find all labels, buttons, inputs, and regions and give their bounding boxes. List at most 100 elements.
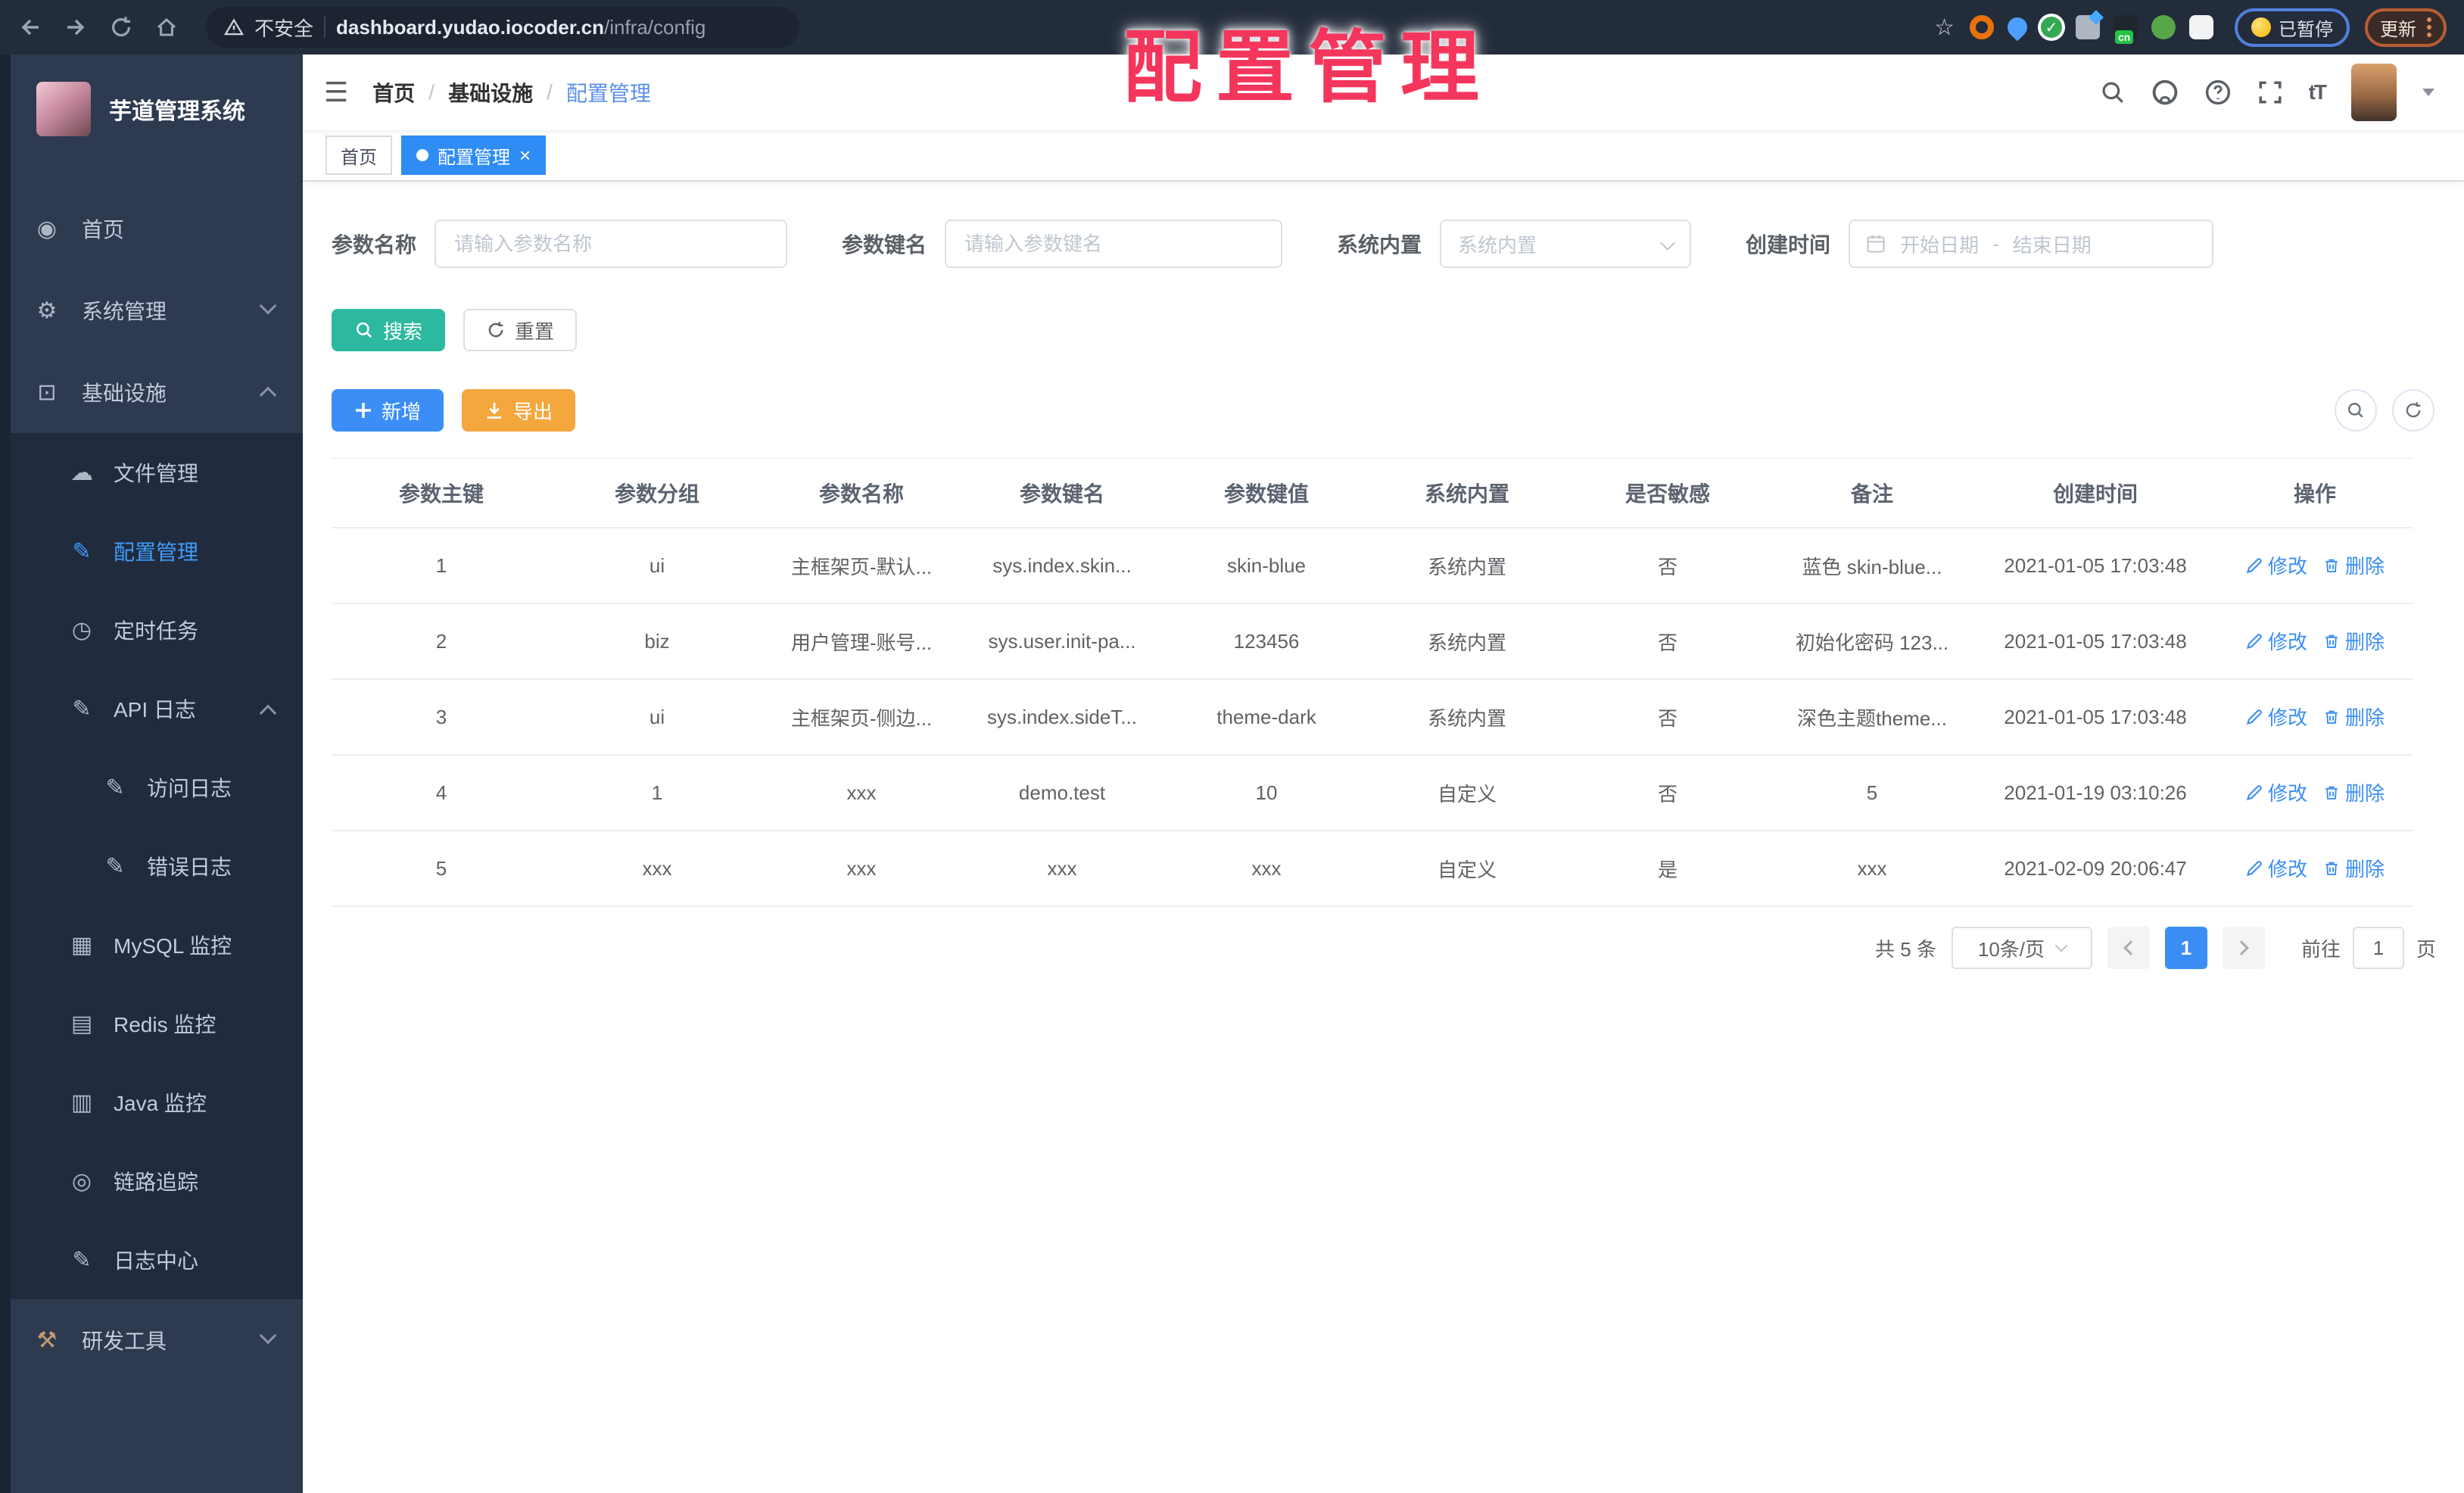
cell: ui	[551, 528, 763, 604]
active-tab-dot	[416, 149, 428, 161]
app-logo[interactable]: 芋道管理系统	[0, 55, 303, 164]
add-button[interactable]: 新增	[332, 389, 444, 432]
extension-check-icon[interactable]: ✓	[2041, 17, 2062, 38]
browser-update-button[interactable]: 更新	[2365, 8, 2447, 47]
sidebar-item-infra[interactable]: ⊡ 基础设施	[0, 351, 303, 433]
user-menu-caret-icon[interactable]	[2422, 89, 2434, 96]
forward-icon[interactable]	[61, 12, 91, 42]
eye-icon: ◎	[71, 1168, 92, 1194]
help-icon[interactable]	[2204, 79, 2232, 106]
cell: 10	[1164, 755, 1369, 831]
chevron-up-icon	[259, 386, 277, 404]
cell: sys.index.sideT...	[960, 679, 1164, 756]
address-divider	[324, 17, 326, 38]
tab-0[interactable]: 首页	[326, 136, 392, 175]
column-header-9: 操作	[2216, 457, 2413, 528]
reload-icon[interactable]	[106, 12, 136, 42]
sidebar-item-api-log[interactable]: ✎ API 日志	[0, 669, 303, 748]
not-secure-warning-icon	[224, 17, 244, 37]
github-icon[interactable]	[2151, 79, 2179, 106]
breadcrumb-item-1[interactable]: 基础设施	[448, 77, 533, 108]
toggle-search-button[interactable]	[2335, 389, 2377, 432]
sidebar-item-devtools[interactable]: ⚒ 研发工具	[0, 1299, 303, 1381]
log-center-icon: ✎	[72, 1247, 92, 1273]
delete-link[interactable]: 删除	[2322, 778, 2385, 806]
extension-grid-icon[interactable]	[2076, 15, 2100, 39]
delete-link[interactable]: 删除	[2322, 627, 2385, 655]
trash-icon	[2322, 859, 2341, 877]
sidebar-item-access-log[interactable]: ✎ 访问日志	[0, 748, 303, 827]
trash-icon	[2322, 556, 2341, 575]
search-button[interactable]: 搜索	[332, 309, 446, 351]
close-icon[interactable]	[519, 145, 531, 165]
browser-menu-icon[interactable]	[2427, 17, 2431, 37]
home-icon[interactable]	[151, 12, 182, 42]
sidebar-item-home[interactable]: ◉ 首页	[0, 188, 303, 270]
sidebar-item-java[interactable]: ▥ Java 监控	[0, 1063, 303, 1142]
address-bar[interactable]: 不安全 dashboard.yudao.iocoder.cn/infra/con…	[206, 7, 799, 48]
row-actions: 修改 删除	[2216, 528, 2413, 604]
cell: 否	[1565, 603, 1770, 680]
param-key-label: 参数键名	[842, 233, 927, 257]
extension-pin-icon[interactable]	[2003, 13, 2032, 42]
breadcrumb-item-0[interactable]: 首页	[372, 77, 415, 108]
sidebar-item-system[interactable]: ⚙ 系统管理	[0, 270, 303, 351]
param-name-input[interactable]	[435, 220, 788, 268]
table-row: 3 ui 主框架页-侧边... sys.index.sideT... theme-dar…	[332, 679, 2413, 756]
user-avatar[interactable]	[2351, 64, 2397, 121]
sidebar-item-redis[interactable]: ▤ Redis 监控	[0, 984, 303, 1063]
goto-page-input[interactable]	[2352, 927, 2404, 969]
edit-link[interactable]: 修改	[2245, 854, 2307, 882]
edit-link[interactable]: 修改	[2245, 627, 2307, 655]
back-icon[interactable]	[15, 12, 45, 42]
next-page-button[interactable]	[2222, 927, 2265, 969]
end-date-placeholder[interactable]: 结束日期	[2013, 230, 2092, 258]
extension-donut-icon[interactable]	[1970, 15, 1994, 39]
delete-link[interactable]: 删除	[2322, 703, 2385, 731]
sidebar-item-mysql[interactable]: ▦ MySQL 监控	[0, 905, 303, 984]
edit-link[interactable]: 修改	[2245, 703, 2307, 731]
sidebar-item-error-log[interactable]: ✎ 错误日志	[0, 827, 303, 905]
goto-label: 前往	[2300, 937, 2341, 961]
chevron-down-icon	[259, 297, 277, 315]
extensions-puzzle-icon[interactable]	[2189, 15, 2213, 39]
date-range-picker[interactable]: 开始日期 - 结束日期	[1849, 220, 2214, 268]
chevron-down-icon	[259, 1326, 277, 1345]
breadcrumb-separator: /	[428, 80, 435, 104]
fullscreen-icon[interactable]	[2257, 79, 2283, 105]
paused-badge[interactable]: 已暂停	[2235, 8, 2350, 47]
search-icon[interactable]	[2100, 79, 2126, 105]
extension-leaf-icon[interactable]	[2151, 15, 2176, 39]
trash-icon	[2322, 708, 2341, 726]
cell: xxx	[1164, 831, 1369, 907]
extension-cn-icon[interactable]: cn	[2114, 15, 2138, 44]
reset-button[interactable]: 重置	[463, 309, 578, 351]
sidebar-item-file[interactable]: ☁ 文件管理	[0, 433, 303, 512]
delete-link[interactable]: 删除	[2322, 551, 2385, 579]
prev-page-button[interactable]	[2107, 927, 2150, 969]
access-log-icon: ✎	[105, 775, 125, 800]
collapse-menu-icon[interactable]: ☰	[324, 76, 348, 108]
sidebar-item-log-center[interactable]: ✎ 日志中心	[0, 1220, 303, 1299]
delete-link[interactable]: 删除	[2322, 854, 2385, 882]
sidebar-item-job[interactable]: ◷ 定时任务	[0, 591, 303, 669]
trash-icon	[2322, 784, 2341, 802]
font-size-icon[interactable]	[2309, 80, 2325, 104]
builtin-select[interactable]: 系统内置	[1440, 220, 1692, 268]
current-page-button[interactable]: 1	[2164, 927, 2207, 969]
cell: xxx	[551, 831, 763, 907]
bookmark-star-icon[interactable]: ☆	[1934, 14, 1955, 41]
cell: 5	[332, 831, 551, 907]
cell: 自定义	[1369, 831, 1565, 907]
page-size-select[interactable]: 10条/页	[1951, 927, 2092, 969]
param-key-input[interactable]	[945, 220, 1283, 268]
edit-link[interactable]: 修改	[2245, 778, 2307, 806]
cell: 系统内置	[1369, 603, 1565, 680]
sidebar-item-trace[interactable]: ◎ 链路追踪	[0, 1142, 303, 1220]
export-button[interactable]: 导出	[462, 389, 576, 432]
start-date-placeholder[interactable]: 开始日期	[1900, 230, 1979, 258]
edit-link[interactable]: 修改	[2245, 551, 2307, 579]
refresh-table-button[interactable]	[2392, 389, 2434, 432]
tab-1[interactable]: 配置管理	[401, 136, 547, 175]
sidebar-item-config[interactable]: ✎ 配置管理	[0, 512, 303, 591]
